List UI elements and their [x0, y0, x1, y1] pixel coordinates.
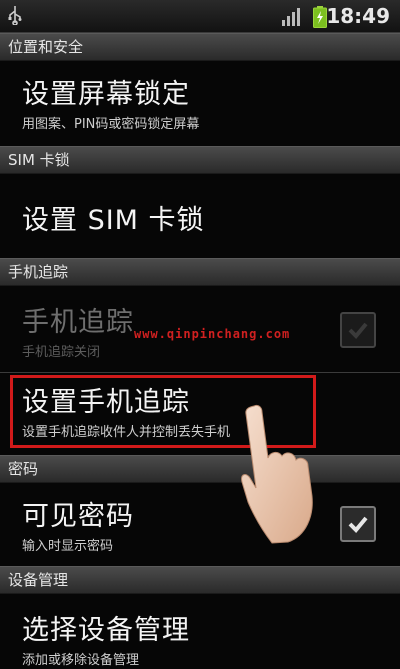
watermark-text: www.qinpinchang.com: [134, 327, 291, 341]
sim-lock-title: 设置 SIM 卡锁: [22, 205, 205, 236]
signal-icon: [282, 8, 302, 30]
sim-lock-item[interactable]: 设置 SIM 卡锁: [0, 198, 400, 237]
select-admin-summary: 添加或移除设备管理: [22, 653, 140, 668]
select-admin-item[interactable]: 选择设备管理 添加或移除设备管理: [0, 608, 400, 668]
pointing-hand-icon: [232, 404, 322, 548]
visible-password-checkbox[interactable]: [340, 506, 376, 542]
select-admin-title: 选择设备管理: [22, 615, 190, 646]
battery-charging-icon: [313, 6, 327, 32]
section-header-passwords: 密码: [0, 455, 400, 483]
section-header-location-security: 位置和安全: [0, 33, 400, 61]
tracking-checkbox[interactable]: [340, 312, 376, 348]
divider: [0, 372, 400, 373]
screen-lock-item[interactable]: 设置屏幕锁定 用图案、PIN码或密码锁定屏幕: [0, 72, 400, 132]
section-header-phone-tracking: 手机追踪: [0, 258, 400, 286]
usb-icon: [8, 5, 22, 29]
screen-lock-title: 设置屏幕锁定: [22, 79, 190, 110]
screen-lock-summary: 用图案、PIN码或密码锁定屏幕: [22, 117, 200, 132]
section-header-device-admin: 设备管理: [0, 566, 400, 594]
status-bar: 18:49: [0, 0, 400, 33]
section-header-sim-lock: SIM 卡锁: [0, 146, 400, 174]
clock: 18:49: [326, 4, 390, 28]
